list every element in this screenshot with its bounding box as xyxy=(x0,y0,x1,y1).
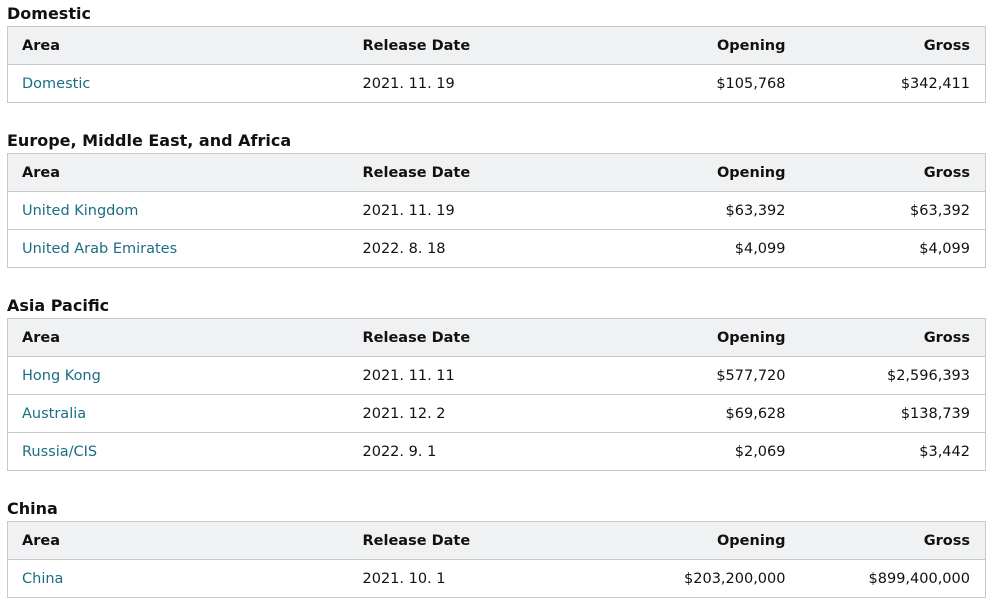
column-header-area[interactable]: Area xyxy=(7,318,363,357)
area-link[interactable]: Domestic xyxy=(22,76,90,92)
area-cell: Russia/CIS xyxy=(7,432,363,471)
release-date-cell: 2021. 11. 19 xyxy=(362,191,573,230)
box-office-table: Area Release Date Opening Gross Domestic… xyxy=(7,26,986,103)
table-header-row: Area Release Date Opening Gross xyxy=(7,26,986,65)
column-header-opening[interactable]: Opening xyxy=(572,26,786,65)
section-china: China Area Release Date Opening Gross Ch… xyxy=(7,499,986,598)
area-link[interactable]: Hong Kong xyxy=(22,368,101,384)
opening-cell: $577,720 xyxy=(572,356,786,395)
table-header-row: Area Release Date Opening Gross xyxy=(7,318,986,357)
section-title: Europe, Middle East, and Africa xyxy=(7,131,292,150)
box-office-table: Area Release Date Opening Gross United K… xyxy=(7,153,986,268)
section-title: China xyxy=(7,499,58,518)
box-office-table: Area Release Date Opening Gross China 20… xyxy=(7,521,986,598)
area-cell: Hong Kong xyxy=(7,356,363,395)
column-header-release-date[interactable]: Release Date xyxy=(362,153,573,192)
gross-cell: $63,392 xyxy=(785,191,986,230)
column-header-area[interactable]: Area xyxy=(7,521,363,560)
area-link[interactable]: United Kingdom xyxy=(22,203,138,219)
column-header-release-date[interactable]: Release Date xyxy=(362,318,573,357)
area-link[interactable]: United Arab Emirates xyxy=(22,241,177,257)
gross-cell: $4,099 xyxy=(785,229,986,268)
column-header-release-date[interactable]: Release Date xyxy=(362,521,573,560)
column-header-gross[interactable]: Gross xyxy=(785,26,986,65)
opening-cell: $2,069 xyxy=(572,432,786,471)
table-row: China 2021. 10. 1 $203,200,000 $899,400,… xyxy=(7,559,986,598)
gross-cell: $138,739 xyxy=(785,394,986,433)
table-header-row: Area Release Date Opening Gross xyxy=(7,153,986,192)
release-date-cell: 2022. 8. 18 xyxy=(362,229,573,268)
gross-cell: $899,400,000 xyxy=(785,559,986,598)
opening-cell: $69,628 xyxy=(572,394,786,433)
column-header-opening[interactable]: Opening xyxy=(572,153,786,192)
release-date-cell: 2021. 11. 11 xyxy=(362,356,573,395)
column-header-opening[interactable]: Opening xyxy=(572,521,786,560)
area-link[interactable]: China xyxy=(22,571,63,587)
table-row: United Kingdom 2021. 11. 19 $63,392 $63,… xyxy=(7,191,986,230)
opening-cell: $105,768 xyxy=(572,64,786,103)
gross-cell: $2,596,393 xyxy=(785,356,986,395)
section-title: Domestic xyxy=(7,4,91,23)
column-header-release-date[interactable]: Release Date xyxy=(362,26,573,65)
section-title: Asia Pacific xyxy=(7,296,110,315)
column-header-gross[interactable]: Gross xyxy=(785,318,986,357)
box-office-table: Area Release Date Opening Gross Hong Kon… xyxy=(7,318,986,471)
column-header-gross[interactable]: Gross xyxy=(785,153,986,192)
area-cell: China xyxy=(7,559,363,598)
area-cell: United Kingdom xyxy=(7,191,363,230)
opening-cell: $4,099 xyxy=(572,229,786,268)
gross-cell: $342,411 xyxy=(785,64,986,103)
section-asia-pacific: Asia Pacific Area Release Date Opening G… xyxy=(7,296,986,471)
opening-cell: $63,392 xyxy=(572,191,786,230)
column-header-opening[interactable]: Opening xyxy=(572,318,786,357)
release-date-cell: 2021. 12. 2 xyxy=(362,394,573,433)
table-row: Domestic 2021. 11. 19 $105,768 $342,411 xyxy=(7,64,986,103)
column-header-area[interactable]: Area xyxy=(7,153,363,192)
area-link[interactable]: Russia/CIS xyxy=(22,444,97,460)
gross-cell: $3,442 xyxy=(785,432,986,471)
release-date-cell: 2021. 10. 1 xyxy=(362,559,573,598)
area-link[interactable]: Australia xyxy=(22,406,86,422)
section-domestic: Domestic Area Release Date Opening Gross… xyxy=(7,4,986,103)
table-row: United Arab Emirates 2022. 8. 18 $4,099 … xyxy=(7,229,986,268)
area-cell: United Arab Emirates xyxy=(7,229,363,268)
table-row: Australia 2021. 12. 2 $69,628 $138,739 xyxy=(7,394,986,433)
table-row: Russia/CIS 2022. 9. 1 $2,069 $3,442 xyxy=(7,432,986,471)
opening-cell: $203,200,000 xyxy=(572,559,786,598)
release-date-cell: 2022. 9. 1 xyxy=(362,432,573,471)
table-row: Hong Kong 2021. 11. 11 $577,720 $2,596,3… xyxy=(7,356,986,395)
area-cell: Domestic xyxy=(7,64,363,103)
table-header-row: Area Release Date Opening Gross xyxy=(7,521,986,560)
area-cell: Australia xyxy=(7,394,363,433)
column-header-area[interactable]: Area xyxy=(7,26,363,65)
release-date-cell: 2021. 11. 19 xyxy=(362,64,573,103)
section-emea: Europe, Middle East, and Africa Area Rel… xyxy=(7,131,986,268)
column-header-gross[interactable]: Gross xyxy=(785,521,986,560)
